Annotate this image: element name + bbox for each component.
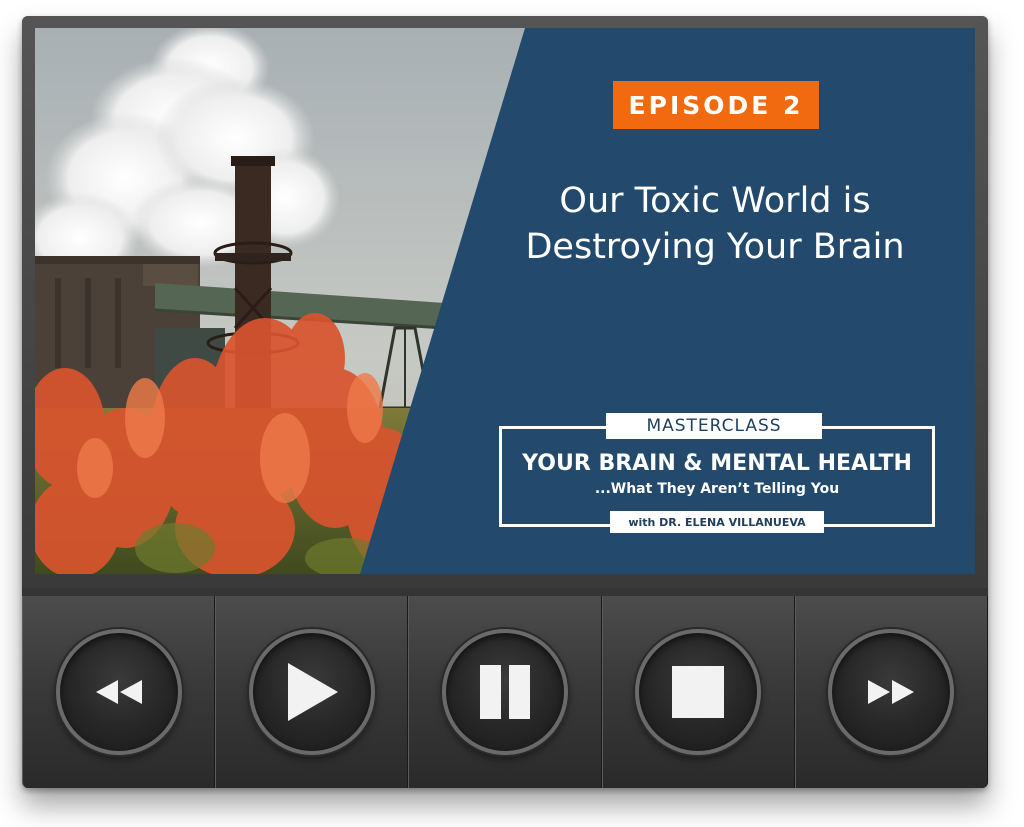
- episode-badge: EPISODE 2: [613, 81, 819, 129]
- fast-forward-icon: [868, 680, 915, 704]
- rewind-cell: [22, 596, 216, 788]
- pause-cell: [408, 596, 602, 788]
- stop-button[interactable]: [635, 629, 762, 755]
- fast-forward-button[interactable]: [828, 629, 955, 755]
- fast-forward-cell: [794, 596, 989, 788]
- play-cell: [215, 596, 409, 788]
- episode-title: Our Toxic World is Destroying Your Brain: [475, 178, 955, 270]
- masterclass-logo: MASTERCLASS YOUR BRAIN & MENTAL HEALTH .…: [499, 413, 935, 533]
- play-icon: [287, 663, 338, 721]
- masterclass-tag: MASTERCLASS: [606, 413, 822, 439]
- pause-icon: [480, 665, 530, 719]
- masterclass-title: YOUR BRAIN & MENTAL HEALTH: [522, 451, 912, 476]
- stop-icon: [672, 666, 725, 718]
- masterclass-host: with DR. ELENA VILLANUEVA: [610, 511, 824, 533]
- screen-frame: EPISODE 2 Our Toxic World is Destroying …: [22, 16, 988, 588]
- pause-button[interactable]: [442, 629, 568, 755]
- video-screen[interactable]: EPISODE 2 Our Toxic World is Destroying …: [35, 28, 975, 574]
- stop-cell: [601, 596, 795, 788]
- masterclass-subtitle: ...What They Aren’t Telling You: [594, 481, 840, 497]
- playback-controls: [22, 596, 989, 788]
- episode-title-line2: Destroying Your Brain: [525, 227, 905, 267]
- rewind-button[interactable]: [55, 629, 182, 755]
- play-button[interactable]: [248, 629, 375, 755]
- episode-title-line1: Our Toxic World is: [559, 181, 871, 221]
- rewind-icon: [95, 680, 142, 704]
- video-player: EPISODE 2 Our Toxic World is Destroying …: [22, 16, 989, 788]
